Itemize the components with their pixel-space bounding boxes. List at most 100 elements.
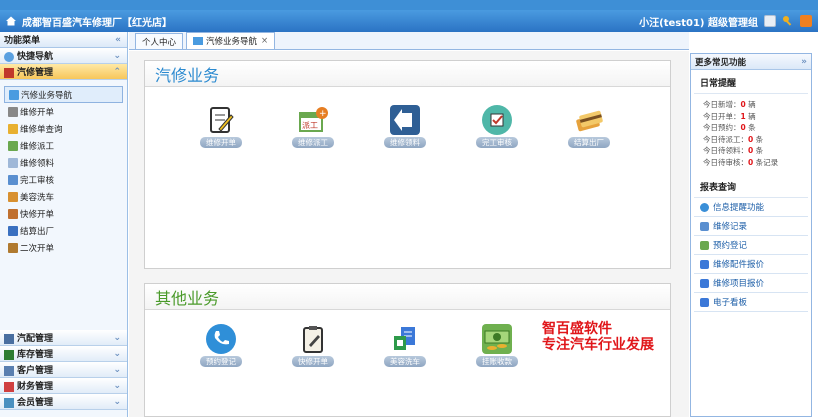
board-icon: [700, 297, 709, 307]
sidebar-item-label: 维修开单: [20, 107, 55, 118]
sidebar-item-dispatch[interactable]: 维修派工: [4, 137, 123, 154]
sidebar-item-label: 美容洗车: [20, 192, 55, 203]
inventory-icon: [4, 349, 14, 360]
sidebar-section-quick-nav[interactable]: 快捷导航 ⌄: [0, 48, 127, 64]
panel-title: 汽修业务: [145, 61, 670, 87]
nav-icon: [193, 37, 204, 45]
button-label: 维修派工: [292, 137, 334, 148]
dispatch-button[interactable]: 派工 + 维修派工: [285, 105, 341, 148]
link-label: 信息提醒功能: [713, 203, 765, 213]
review-button[interactable]: 完工审核: [469, 105, 525, 148]
check-icon: [8, 174, 18, 185]
window-icon[interactable]: [764, 15, 776, 27]
link-repair-records[interactable]: 维修记录: [694, 217, 808, 236]
close-icon[interactable]: ×: [261, 36, 268, 46]
stat-label: 今日待派工：: [703, 134, 748, 144]
search-doc-icon: [8, 123, 18, 134]
tab-personal-center[interactable]: 个人中心: [135, 33, 184, 49]
calendar-icon: [700, 240, 709, 250]
svg-text:派工: 派工: [302, 121, 318, 130]
sidebar-item-reorder[interactable]: 二次开单: [4, 239, 123, 256]
sidebar-item-review[interactable]: 完工审核: [4, 171, 123, 188]
right-panel: 更多常见功能 » 日常提醒 今日新增：0 辆 今日开单：1 辆 今日预约：0 条…: [690, 53, 812, 417]
car-icon: [8, 191, 18, 202]
sidebar-header: 功能菜单 «: [0, 32, 127, 48]
logout-icon[interactable]: [800, 15, 812, 27]
key-icon[interactable]: [782, 15, 794, 27]
member-icon: [4, 397, 14, 408]
sidebar-section-member[interactable]: 会员管理 ⌄: [0, 394, 127, 410]
link-parts-quote[interactable]: 维修配件报价: [694, 255, 808, 274]
stat-value: 0: [740, 123, 746, 132]
sidebar-item-carwash[interactable]: 美容洗车: [4, 188, 123, 205]
link-dashboard[interactable]: 电子看板: [694, 293, 808, 312]
button-label: 快修开单: [292, 356, 334, 367]
sidebar-item-label: 维修单查询: [20, 124, 63, 135]
section-label: 客户管理: [17, 366, 54, 376]
info-icon: [700, 202, 709, 212]
button-label: 结算出厂: [568, 137, 610, 148]
collapse-icon[interactable]: «: [115, 35, 121, 45]
right-panel-title: 更多常见功能: [695, 57, 747, 68]
app-title: 成都智百盛汽车修理厂【红光店】: [22, 17, 172, 29]
link-label: 预约登记: [713, 241, 748, 251]
link-appointments[interactable]: 预约登记: [694, 236, 808, 255]
stat-unit: 辆: [748, 111, 756, 121]
tab-repair-nav[interactable]: 汽修业务导航 ×: [186, 32, 276, 49]
payment-button[interactable]: 挂账收款: [469, 324, 525, 367]
promo-line: 智百盛软件: [542, 321, 612, 337]
wrench-icon: [8, 106, 18, 117]
materials-button[interactable]: 维修领料: [377, 105, 433, 148]
tab-label: 汽修业务导航: [206, 37, 258, 47]
stat-value: 1: [740, 111, 746, 121]
stat-unit: 条: [755, 146, 764, 155]
sidebar-section-inventory[interactable]: 库存管理 ⌄: [0, 346, 127, 362]
sidebar-item-materials[interactable]: 维修领料: [4, 154, 123, 171]
stat-label: 今日开单：: [703, 111, 741, 121]
promo-text: 智百盛软件 专注汽车行业发展: [542, 321, 654, 353]
dispatch-icon: [8, 140, 18, 151]
stat-value: 0: [740, 100, 746, 109]
stat-value: 0: [748, 146, 754, 155]
main-content: 汽修业务 维修开单 派工 + 维修派工 维修领料 完工审核 结算出厂 其他业务 …: [129, 51, 689, 417]
sidebar-section-parts[interactable]: 汽配管理 ⌄: [0, 330, 127, 346]
sidebar-item-label: 维修领料: [20, 158, 55, 169]
stat-materials: 今日待领料：0 条: [691, 145, 811, 157]
link-label: 电子看板: [713, 298, 748, 308]
link-service-quote[interactable]: 维修项目报价: [694, 274, 808, 293]
stat-unit: 条: [755, 134, 764, 144]
expand-icon[interactable]: »: [801, 57, 807, 67]
chevron-down-icon: ⌄: [113, 364, 121, 375]
carwash-button[interactable]: 美容洗车: [377, 324, 433, 367]
appointment-button[interactable]: 预约登记: [193, 324, 249, 367]
home-icon[interactable]: [5, 15, 17, 27]
sidebar-item-label: 结算出厂: [20, 226, 55, 237]
sidebar-item-quick-repair[interactable]: 快修开单: [4, 205, 123, 222]
button-label: 完工审核: [476, 137, 518, 148]
repair-order-button[interactable]: 维修开单: [193, 105, 249, 148]
checkbox-icon: [482, 105, 512, 135]
section-label: 财务管理: [17, 382, 54, 392]
panel-repair-business: 汽修业务 维修开单 派工 + 维修派工 维修领料 完工审核 结算出厂: [144, 60, 671, 269]
report-query-title: 报表查询: [694, 174, 808, 198]
sidebar-item-repair-order[interactable]: 维修开单: [4, 103, 123, 120]
sidebar-section-repair[interactable]: 汽修管理 ⌃: [0, 64, 127, 80]
section-label: 库存管理: [17, 350, 54, 360]
sidebar-item-repair-nav[interactable]: 汽修业务导航: [4, 86, 123, 103]
sidebar-section-customer[interactable]: 客户管理 ⌄: [0, 362, 127, 378]
finance-icon: [4, 381, 14, 392]
stat-label: 今日新增：: [703, 100, 741, 109]
settlement-button[interactable]: 结算出厂: [561, 105, 617, 148]
link-info-reminder[interactable]: 信息提醒功能: [694, 198, 808, 217]
sidebar-item-settlement[interactable]: 结算出厂: [4, 222, 123, 239]
quick-repair-button[interactable]: 快修开单: [285, 324, 341, 367]
sidebar-section-finance[interactable]: 财务管理 ⌄: [0, 378, 127, 394]
stat-dispatch: 今日待派工：0 条: [691, 134, 811, 146]
chevron-down-icon: ⌄: [113, 332, 121, 343]
sidebar-item-order-query[interactable]: 维修单查询: [4, 120, 123, 137]
stat-value: 0: [748, 157, 754, 167]
button-label: 维修开单: [200, 137, 242, 148]
quote-icon: [700, 259, 709, 269]
app-header: 成都智百盛汽车修理厂【红光店】 小汪(test01) 超级管理组: [0, 10, 818, 32]
stats-list: 今日新增：0 辆 今日开单：1 辆 今日预约：0 条 今日待派工：0 条 今日待…: [691, 94, 811, 174]
